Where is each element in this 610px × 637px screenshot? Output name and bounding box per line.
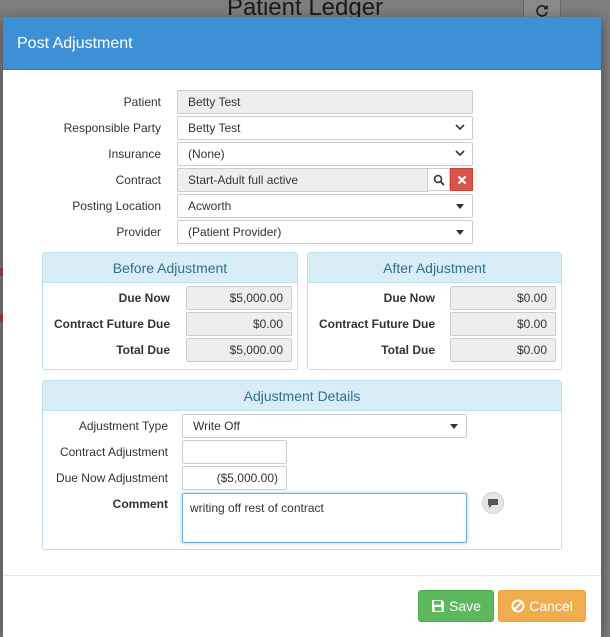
after-due-now-label: Due Now xyxy=(383,291,435,305)
after-contract-future-due-label: Contract Future Due xyxy=(318,317,435,331)
before-adjustment-panel: Before Adjustment Due Now $5,000.00 Cont… xyxy=(42,252,298,370)
cancel-label: Cancel xyxy=(529,598,573,614)
comment-textarea[interactable]: writing off rest of contract xyxy=(182,493,467,543)
adjustment-details-panel: Adjustment Details Adjustment Type Write… xyxy=(42,380,562,550)
before-due-now-field: $5,000.00 xyxy=(186,286,292,310)
caret-down-icon xyxy=(450,424,458,429)
provider-value: (Patient Provider) xyxy=(188,225,282,239)
footer-divider xyxy=(3,575,601,576)
before-due-now-label: Due Now xyxy=(118,291,170,305)
posting-location-label: Posting Location xyxy=(72,199,161,213)
floppy-disk-icon xyxy=(432,600,445,612)
before-total-due-label: Total Due xyxy=(116,343,170,357)
ban-icon xyxy=(511,599,525,613)
after-total-due-label: Total Due xyxy=(381,343,435,357)
insurance-select[interactable]: (None) xyxy=(177,142,473,166)
contract-search-button[interactable] xyxy=(427,168,450,191)
adjustment-type-select[interactable]: Write Off xyxy=(182,414,467,438)
contract-adjustment-input[interactable] xyxy=(182,440,287,464)
provider-label: Provider xyxy=(116,225,161,239)
insurance-label: Insurance xyxy=(108,147,161,161)
comment-button[interactable] xyxy=(482,492,504,514)
after-adjustment-title: After Adjustment xyxy=(308,253,561,283)
patient-field: Betty Test xyxy=(177,90,473,114)
adjustment-type-label: Adjustment Type xyxy=(78,419,168,433)
before-contract-future-due-label: Contract Future Due xyxy=(53,317,170,331)
after-adjustment-panel: After Adjustment Due Now $0.00 Contract … xyxy=(307,252,562,370)
after-total-due-field: $0.00 xyxy=(450,338,556,362)
before-total-due-field: $5,000.00 xyxy=(186,338,292,362)
adjustment-type-value: Write Off xyxy=(193,419,240,433)
due-now-adjustment-input[interactable]: ($5,000.00) xyxy=(182,466,287,490)
comment-label: Comment xyxy=(112,497,168,511)
save-button[interactable]: Save xyxy=(418,590,494,622)
refresh-icon xyxy=(536,4,548,17)
contract-clear-button[interactable] xyxy=(450,168,473,191)
before-contract-future-due-field: $0.00 xyxy=(186,312,292,336)
before-adjustment-title: Before Adjustment xyxy=(43,253,297,283)
responsible-party-label: Responsible Party xyxy=(63,121,161,135)
adjustment-details-title: Adjustment Details xyxy=(43,381,561,411)
close-icon xyxy=(457,175,466,184)
modal-title: Post Adjustment xyxy=(3,17,601,70)
search-icon xyxy=(433,174,445,186)
posting-location-value: Acworth xyxy=(188,199,232,213)
provider-select[interactable]: (Patient Provider) xyxy=(177,220,473,244)
comment-icon xyxy=(488,498,498,508)
save-label: Save xyxy=(449,598,481,614)
cancel-button[interactable]: Cancel xyxy=(498,590,586,622)
contract-adjustment-label: Contract Adjustment xyxy=(59,445,168,459)
caret-down-icon xyxy=(456,204,464,209)
responsible-party-select[interactable]: Betty Test xyxy=(177,116,473,140)
chevron-down-icon xyxy=(455,124,465,131)
after-due-now-field: $0.00 xyxy=(450,286,556,310)
patient-label: Patient xyxy=(123,95,161,109)
caret-down-icon xyxy=(456,230,464,235)
contract-field: Start-Adult full active xyxy=(177,168,429,192)
contract-label: Contract xyxy=(115,173,161,187)
after-contract-future-due-field: $0.00 xyxy=(450,312,556,336)
chevron-down-icon xyxy=(455,150,465,157)
post-adjustment-modal: Post Adjustment Patient Betty Test Respo… xyxy=(3,17,601,637)
responsible-party-value: Betty Test xyxy=(188,121,241,135)
due-now-adjustment-label: Due Now Adjustment xyxy=(55,471,168,485)
posting-location-select[interactable]: Acworth xyxy=(177,194,473,218)
insurance-value: (None) xyxy=(188,147,225,161)
